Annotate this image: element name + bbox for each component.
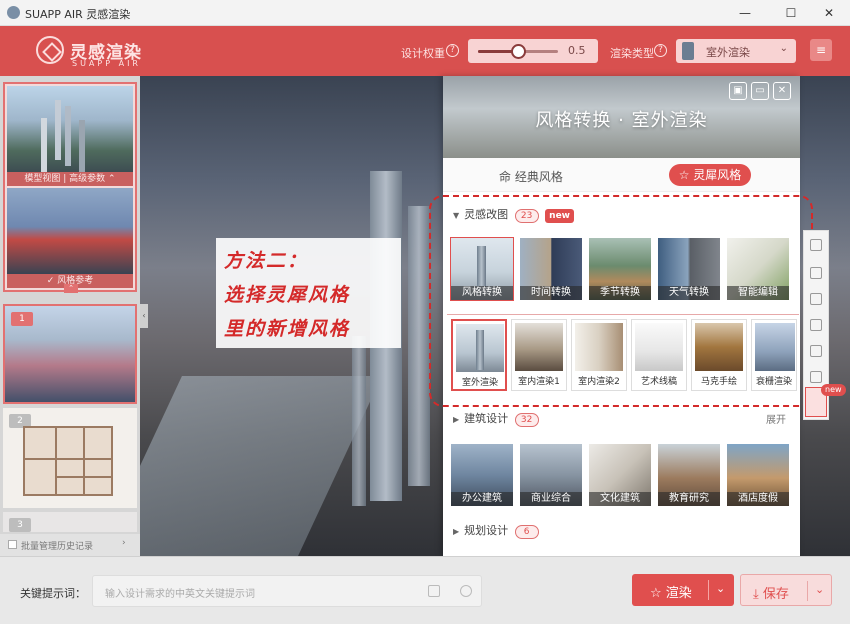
annotation-line: 里的新增风格 (224, 318, 351, 340)
section-count: 6 (514, 525, 539, 539)
batch-manage-bar[interactable]: 批量管理历史记录 › (0, 534, 140, 556)
render-label: ☆ 渲染 (650, 586, 692, 601)
history-item[interactable]: 2 (3, 408, 137, 508)
close-button[interactable]: ✕ (814, 4, 844, 22)
title-bar: SUAPP AIR 灵感渲染 — ☐ ✕ (0, 0, 850, 26)
expand-link[interactable]: 展开 (766, 411, 786, 426)
left-panel: 模型视图 | 高级参数 ⌃ ✓ 风格参考 ⌃ 1 2 3 批量管理历史记录 › (0, 76, 140, 556)
home-icon[interactable] (810, 239, 822, 251)
design-weight-help-icon[interactable]: ? (446, 44, 459, 57)
model-view-caption[interactable]: 模型视图 | 高级参数 ⌃ (7, 172, 133, 186)
image-icon[interactable]: ▣ (729, 82, 747, 100)
reference-panel: 模型视图 | 高级参数 ⌃ ✓ 风格参考 (3, 82, 137, 292)
save-button[interactable]: ⤓ 保存 ⌄ (740, 574, 832, 606)
annotation-line: 方法二： (224, 250, 309, 272)
translate-icon[interactable] (460, 585, 472, 597)
annotation-line: 选择灵犀风格 (224, 284, 351, 306)
design-weight-value: 0.5 (568, 44, 586, 57)
window-title: SUAPP AIR 灵感渲染 (25, 8, 131, 21)
design-weight-slider[interactable]: 0.5 (468, 39, 598, 63)
section-label: 规划设计 (464, 524, 509, 537)
annotation-box: 方法二： 选择灵犀风格 里的新增风格 (216, 238, 401, 348)
layers-icon[interactable] (810, 293, 822, 305)
render-type-select[interactable]: 室外渲染 ⌄ (676, 39, 796, 63)
highlight-outline (429, 195, 813, 407)
section-architecture[interactable]: ▶ 建筑设计 32 (453, 410, 539, 427)
history-item[interactable]: 3 (3, 512, 137, 532)
left-collapse-handle[interactable]: ‹ (140, 304, 148, 328)
preview-river (140, 376, 382, 556)
preview-tower (352, 336, 366, 506)
architecture-card[interactable]: 商业综合 (520, 444, 582, 506)
history-index-badge: 1 (11, 312, 33, 326)
new-badge: new (821, 384, 846, 396)
collapse-button[interactable]: ⌃ (64, 284, 78, 293)
save-label: ⤓ 保存 (753, 587, 789, 602)
tab-lingxi-style[interactable]: ☆ 灵犀风格 (669, 164, 751, 186)
dialog-hero: ▣ ▭ ✕ 风格转换 · 室外渲染 (443, 76, 800, 158)
chevron-down-icon: ⌄ (779, 43, 788, 54)
history-index-badge: 3 (9, 518, 31, 532)
batch-manage-label: 批量管理历史记录 (21, 542, 94, 552)
maximize-button[interactable]: ☐ (776, 4, 806, 22)
preview-tower (408, 206, 430, 486)
brand-logo-icon (36, 36, 64, 64)
close-icon[interactable]: ✕ (773, 82, 791, 100)
batch-checkbox[interactable] (8, 540, 17, 549)
minimize-button[interactable]: — (730, 4, 760, 22)
app-header: 灵感渲染 SUAPP AIR 设计权重 ? 0.5 渲染类型 ? 室外渲染 ⌄ … (0, 26, 850, 76)
history-item[interactable]: 1 (3, 304, 137, 404)
render-type-thumb-icon (682, 42, 694, 60)
bottom-bar: 关键提示词： 输入设计需求的中英文关键提示词 ☆ 渲染 ⌄ ⤓ 保存 ⌄ (0, 556, 850, 624)
render-type-value: 室外渲染 (706, 46, 750, 59)
render-type-label: 渲染类型 (610, 47, 654, 60)
section-count: 32 (514, 413, 539, 427)
prompt-input[interactable]: 输入设计需求的中英文关键提示词 (92, 575, 482, 607)
style-reference-image[interactable] (7, 188, 133, 274)
keyword-label: 关键提示词： (20, 587, 86, 600)
dialog-tabs: 命 经典风格 ☆ 灵犀风格 (443, 158, 800, 192)
section-planning[interactable]: ▶ 规划设计 6 (453, 522, 539, 539)
chevron-down-icon[interactable]: ⌄ (716, 582, 725, 595)
floor-plan-image (23, 426, 113, 496)
dialog-title: 风格转换 · 室外渲染 (535, 110, 708, 131)
architecture-card[interactable]: 酒店度假 (727, 444, 789, 506)
render-type-help-icon[interactable]: ? (654, 44, 667, 57)
card-label: 办公建筑 (451, 492, 513, 506)
architecture-card[interactable]: 教育研究 (658, 444, 720, 506)
slider-handle[interactable] (511, 44, 526, 59)
architecture-card[interactable]: 文化建筑 (589, 444, 651, 506)
chevron-down-icon[interactable]: ⌄ (815, 583, 824, 596)
tab-classic-style[interactable]: 命 经典风格 (499, 168, 563, 185)
slider-track[interactable] (478, 44, 558, 59)
image-upload-icon[interactable] (428, 585, 440, 597)
brand-subname: SUAPP AIR (72, 59, 141, 68)
card-label: 商业综合 (520, 492, 582, 506)
model-view-image[interactable] (7, 86, 133, 172)
menu-button[interactable]: ≡ (810, 39, 832, 61)
settings-icon[interactable] (810, 371, 822, 383)
section-label: 建筑设计 (464, 412, 509, 425)
app-logo-icon (7, 6, 20, 19)
share-icon[interactable] (810, 345, 822, 357)
edit-icon[interactable] (810, 267, 822, 279)
render-button[interactable]: ☆ 渲染 ⌄ (632, 574, 734, 606)
card-label: 文化建筑 (589, 492, 651, 506)
architecture-card[interactable]: 办公建筑 (451, 444, 513, 506)
chevron-right-icon: › (122, 538, 126, 548)
refresh-icon[interactable] (810, 319, 822, 331)
minimize-dialog-icon[interactable]: ▭ (751, 82, 769, 100)
card-label: 酒店度假 (727, 492, 789, 506)
design-weight-label: 设计权重 (401, 47, 445, 60)
card-label: 教育研究 (658, 492, 720, 506)
